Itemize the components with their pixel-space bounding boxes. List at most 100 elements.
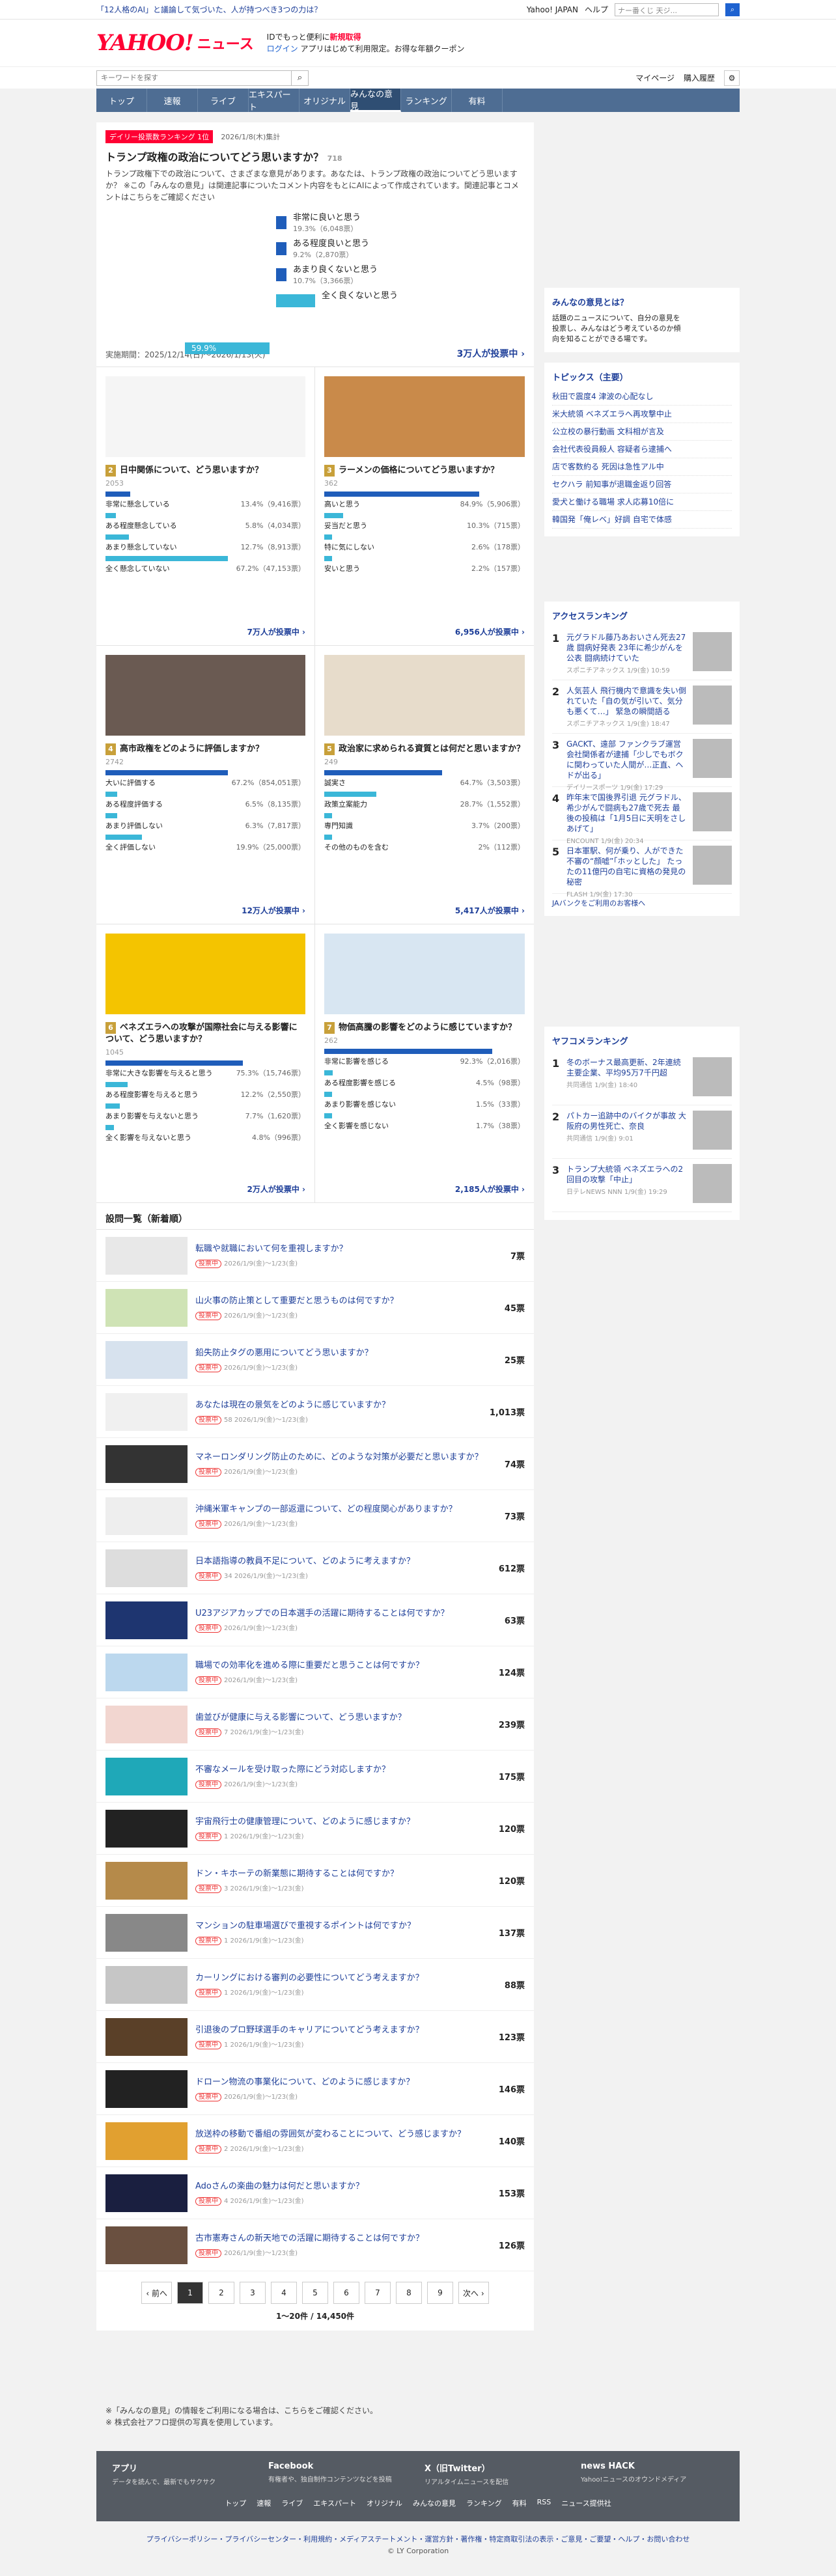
nav-original[interactable]: オリジナル — [300, 89, 350, 112]
list-item-title[interactable]: カーリングにおける審判の必要性についてどう考えますか？ — [195, 1973, 424, 1984]
list-item[interactable]: 不審なメールを受け取った際にどう対応しますか？ 投票中 2026/1/9(金)〜1/… — [96, 1751, 534, 1803]
page-8[interactable]: 8 — [396, 2282, 422, 2304]
footer-link[interactable]: RSS — [537, 2498, 551, 2508]
poll-card[interactable]: 2 日中関係について、どう思いますか？ 2053 非常に懸念している 13.4%（9,4… — [96, 367, 315, 646]
list-item-title[interactable]: U23アジアカップでの日本選手の活躍に期待することは何ですか？ — [195, 1608, 449, 1620]
ranking-title[interactable]: トランプ大統領 ベネズエラへの2回目の攻撃「中止」 日テレNEWS NNN 1/9… — [566, 1164, 688, 1206]
list-item[interactable]: Adoさんの楽曲の魅力は何だと思いますか？ 投票中 4 2026/1/9(金)〜1/… — [96, 2167, 534, 2219]
topic-link[interactable]: 会社代表役員殺人 容疑者ら逮捕へ — [552, 441, 732, 458]
ranking-item[interactable]: 3 GACKT、遠部 ファンクラブ運営会社関係者が逮捕「少しでもボクに関わっていた… — [552, 734, 732, 792]
list-item[interactable]: カーリングにおける審判の必要性についてどう考えますか？ 投票中 1 2026/1/9… — [96, 1959, 534, 2011]
list-item[interactable]: 歯並びが健康に与える影響について、どう思いますか？ 投票中 7 2026/1/9(金… — [96, 1698, 534, 1751]
list-item-title[interactable]: 沖縄米軍キャンプの一部返還について、どの程度関心がありますか？ — [195, 1504, 457, 1516]
list-item[interactable]: ドローン物流の事業化について、どのように感じますか？ 投票中 2026/1/9(金)… — [96, 2063, 534, 2115]
featured-vote-link[interactable]: 3万人が投票中 › — [457, 347, 525, 360]
footer-link[interactable]: トップ — [225, 2498, 246, 2508]
topic-link[interactable]: セクハラ 前知事が退職金返り回答 — [552, 476, 732, 493]
footer-link[interactable]: ランキング — [466, 2498, 502, 2508]
featured-option[interactable]: あまり良くないと思う 10.7%（3,366票） — [276, 264, 525, 286]
footer-link[interactable]: みんなの意見 — [413, 2498, 456, 2508]
list-item-title[interactable]: 宇宙飛行士の健康管理について、どのように感じますか？ — [195, 1816, 415, 1828]
ranking-title[interactable]: 冬のボーナス最高更新、2年連続 主要企業、平均95万7千円超 共同通信 1/9(金… — [566, 1057, 688, 1100]
poll-total-link[interactable]: 7万人が投票中 › — [247, 626, 305, 637]
top-ad-link[interactable]: 「12人格のAI」と議論して気づいた、人が持つべき3つの力は？ — [96, 4, 322, 15]
help-link[interactable]: ヘルプ — [585, 4, 608, 15]
list-item-title[interactable]: 山火事の防止策として重要だと思うものは何ですか？ — [195, 1295, 398, 1307]
login-link[interactable]: ログイン — [267, 44, 298, 53]
nav-top[interactable]: トップ — [96, 89, 147, 112]
ranking-item[interactable]: 2 人気芸人 飛行機内で意識を失い倒れていた「自の気が引いて、気分も悪くて…」 緊… — [552, 680, 732, 734]
poll-total-link[interactable]: 5,417人が投票中 › — [455, 905, 525, 916]
yahoo-news-logo[interactable]: YAHOO! ニュース — [96, 30, 254, 56]
yahoo-japan-link[interactable]: Yahoo! JAPAN — [527, 5, 578, 14]
featured-title[interactable]: トランプ政権の政治についてどう思いますか？ 718 — [105, 148, 525, 164]
keyword-search-button[interactable]: ⌕ — [292, 70, 309, 86]
footer-app[interactable]: アプリ データを読んで、最新でもサクサク — [112, 2461, 255, 2486]
list-item[interactable]: 放送枠の移動で番組の雰囲気が変わることについて、どう感じますか？ 投票中 2 202… — [96, 2115, 534, 2167]
ranking-item[interactable]: 2 パトカー追跡中のバイクが事故 大阪府の男性死亡、奈良 共同通信 1/9(金) 9… — [552, 1105, 732, 1159]
list-item[interactable]: 沖縄米軍キャンプの一部返還について、どの程度関心がありますか？ 投票中 2026/1… — [96, 1490, 534, 1542]
featured-option[interactable]: 全く良くないと思う — [276, 290, 525, 312]
list-item-title[interactable]: マンションの駐車場選びで重視するポイントは何ですか？ — [195, 1920, 415, 1932]
footer-x[interactable]: X（旧Twitter） リアルタイムニュースを配信 — [425, 2461, 568, 2486]
list-item-title[interactable]: 放送枠の移動で番組の雰囲気が変わることについて、どう感じますか？ — [195, 2129, 466, 2140]
history-link[interactable]: 購入履歴 — [684, 72, 715, 83]
poll-card[interactable]: 5 政治家に求められる資質とは何だと思いますか？ 249 誠実さ 64.7%（3,503… — [315, 646, 534, 924]
featured-option[interactable]: 非常に良いと思う 19.3%（6,048票） — [276, 212, 525, 234]
poll-title[interactable]: 3 ラーメンの価格についてどう思いますか？ — [324, 465, 525, 477]
list-item-title[interactable]: ドン・キホーテの新業態に期待することは何ですか？ — [195, 1868, 398, 1880]
list-item-title[interactable]: 日本語指導の教員不足について、どのように考えますか？ — [195, 1556, 415, 1568]
ranking-title[interactable]: 元グラドル藤乃あおいさん死去27歳 闘病好発表 23年に希少がんを公表 闘病続け… — [566, 632, 688, 674]
ranking-item[interactable]: 3 トランプ大統領 ベネズエラへの2回目の攻撃「中止」 日テレNEWS NNN 1/… — [552, 1159, 732, 1212]
footer-link[interactable]: ライブ — [281, 2498, 303, 2508]
nav-live[interactable]: ライブ — [198, 89, 249, 112]
nav-expert[interactable]: エキスパート — [249, 89, 300, 113]
list-item[interactable]: 古市憲寿さんの新天地での活躍に期待することは何ですか？ 投票中 2026/1/9(金… — [96, 2219, 534, 2271]
nav-paid[interactable]: 有料 — [452, 89, 503, 112]
page-1[interactable]: 1 — [177, 2282, 203, 2304]
poll-card[interactable]: 4 高市政権をどのように評価しますか？ 2742 大いに評価する 67.2%（854,0… — [96, 646, 315, 924]
list-item[interactable]: ドン・キホーテの新業態に期待することは何ですか？ 投票中 3 2026/1/9(金)… — [96, 1855, 534, 1907]
page-5[interactable]: 5 — [302, 2282, 328, 2304]
web-search-input[interactable]: ナー番くじ 天ジ... — [615, 3, 719, 16]
poll-total-link[interactable]: 2,185人が投票中 › — [455, 1184, 525, 1195]
list-item-title[interactable]: 不審なメールを受け取った際にどう対応しますか？ — [195, 1764, 390, 1776]
footer-link[interactable]: 有料 — [512, 2498, 527, 2508]
list-item[interactable]: 宇宙飛行士の健康管理について、どのように感じますか？ 投票中 1 2026/1/9(… — [96, 1803, 534, 1855]
list-item[interactable]: U23アジアカップでの日本選手の活躍に期待することは何ですか？ 投票中 2026/1… — [96, 1594, 534, 1646]
footer-newshack[interactable]: news HACK Yahoo!ニュースのオウンドメディア — [581, 2461, 724, 2486]
list-item-title[interactable]: 鉛失防止タグの悪用についてどう思いますか？ — [195, 1348, 373, 1359]
list-item[interactable]: 転職や就職において何を重視しますか？ 投票中 2026/1/9(金)〜1/23(金)… — [96, 1230, 534, 1282]
page-4[interactable]: 4 — [271, 2282, 297, 2304]
ranking-title[interactable]: 人気芸人 飛行機内で意識を失い倒れていた「自の気が引いて、気分も悪くて…」 緊急… — [566, 686, 688, 728]
ranking-item[interactable]: 1 元グラドル藤乃あおいさん死去27歳 闘病好発表 23年に希少がんを公表 闘病続… — [552, 627, 732, 680]
list-item[interactable]: 職場での効率化を進める際に重要だと思うことは何ですか？ 投票中 2026/1/9(金… — [96, 1646, 534, 1698]
gear-icon[interactable]: ⚙ — [724, 70, 740, 86]
poll-title[interactable]: 6 ベネズエラへの攻撃が国際社会に与える影響について、どう思いますか？ — [105, 1022, 305, 1046]
list-item-title[interactable]: マネーロンダリング防止のために、どのような対策が必要だと思いますか？ — [195, 1452, 483, 1463]
page-7[interactable]: 7 — [365, 2282, 391, 2304]
list-item[interactable]: 鉛失防止タグの悪用についてどう思いますか？ 投票中 2026/1/9(金)〜1/23… — [96, 1334, 534, 1386]
ranking-item[interactable]: 4 昨年末で国後界引退 元グラドル、希少がんで闘病も27歳で死去 最後の投稿は「1… — [552, 787, 732, 845]
list-item[interactable]: マネーロンダリング防止のために、どのような対策が必要だと思いますか？ 投票中 202… — [96, 1438, 534, 1490]
nav-opinion[interactable]: みんなの意見 — [350, 89, 401, 112]
keyword-search-input[interactable] — [96, 70, 292, 86]
mypage-link[interactable]: マイページ — [635, 72, 675, 83]
list-item[interactable]: 引退後のプロ野球選手のキャリアについてどう考えますか？ 投票中 1 2026/1/9… — [96, 2011, 534, 2063]
topic-link[interactable]: 韓国発「俺レベ」好調 自宅で体感 — [552, 511, 732, 529]
web-search-button[interactable]: ⌕ — [725, 3, 740, 16]
ranking-title[interactable]: GACKT、遠部 ファンクラブ運営会社関係者が逮捕「少しでもボクに関わっていた人… — [566, 739, 688, 792]
poll-title[interactable]: 2 日中関係について、どう思いますか？ — [105, 465, 305, 477]
topic-link[interactable]: 愛犬と働ける職場 求人応募10倍に — [552, 493, 732, 511]
page-2[interactable]: 2 — [208, 2282, 234, 2304]
list-item[interactable]: 日本語指導の教員不足について、どのように考えますか？ 投票中 34 2026/1/9… — [96, 1542, 534, 1594]
list-item-title[interactable]: 引退後のプロ野球選手のキャリアについてどう考えますか？ — [195, 2025, 424, 2036]
list-item-title[interactable]: Adoさんの楽曲の魅力は何だと思いますか？ — [195, 2181, 364, 2193]
poll-card[interactable]: 6 ベネズエラへの攻撃が国際社会に与える影響について、どう思いますか？ 1045 非常… — [96, 924, 315, 1203]
topic-link[interactable]: 店で客数約る 死因は急性アル中 — [552, 458, 732, 476]
list-item[interactable]: あなたは現在の景気をどのように感じていますか？ 投票中 58 2026/1/9(金)… — [96, 1386, 534, 1438]
page-3[interactable]: 3 — [240, 2282, 266, 2304]
list-item-title[interactable]: 古市憲寿さんの新天地での活躍に期待することは何ですか？ — [195, 2233, 424, 2245]
page-6[interactable]: 6 — [333, 2282, 359, 2304]
topic-link[interactable]: 秋田で震度4 津波の心配なし — [552, 388, 732, 406]
